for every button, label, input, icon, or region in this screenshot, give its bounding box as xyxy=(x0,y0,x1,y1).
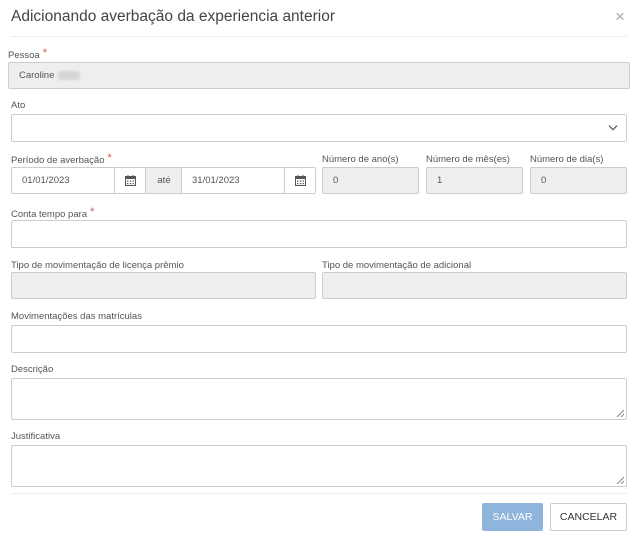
redacted-surname xyxy=(58,71,81,80)
calendar-icon xyxy=(294,175,306,186)
justificativa-label: Justificativa xyxy=(11,431,61,442)
periodo-start-value: 01/01/2023 xyxy=(22,175,70,186)
save-button[interactable]: SALVAR xyxy=(482,503,543,531)
pessoa-field[interactable]: Caroline xyxy=(8,62,630,89)
licenca-premio-field[interactable] xyxy=(11,272,316,299)
anos-value: 0 xyxy=(333,175,339,186)
dias-label: Número de dia(s) xyxy=(530,154,604,165)
modal-title: Adicionando averbação da experiencia ant… xyxy=(11,8,335,25)
required-marker: * xyxy=(107,152,112,164)
matriculas-label: Movimentações das matrículas xyxy=(11,311,142,322)
anos-field[interactable]: 0 xyxy=(322,167,419,194)
licenca-premio-label: Tipo de movimentação de licença prêmio xyxy=(11,260,184,271)
calendar-start-button[interactable] xyxy=(114,167,146,194)
required-marker: * xyxy=(42,47,47,59)
dias-field[interactable]: 0 xyxy=(530,167,627,194)
adicional-field[interactable] xyxy=(322,272,627,299)
adicional-label: Tipo de movimentação de adicional xyxy=(322,260,472,271)
conta-tempo-label-text: Conta tempo para xyxy=(11,209,88,220)
meses-label: Número de mês(es) xyxy=(426,154,510,165)
calendar-end-button[interactable] xyxy=(284,167,316,194)
anos-label: Número de ano(s) xyxy=(322,154,399,165)
resize-handle-icon[interactable] xyxy=(616,476,624,484)
meses-value: 1 xyxy=(437,175,443,186)
pessoa-label: Pessoa * xyxy=(8,47,47,61)
pessoa-value: Caroline xyxy=(19,70,55,81)
dias-value: 0 xyxy=(541,175,547,186)
close-icon[interactable]: × xyxy=(609,7,631,27)
matriculas-input[interactable] xyxy=(11,325,627,353)
resize-handle-icon[interactable] xyxy=(616,409,624,417)
chevron-down-icon xyxy=(608,125,618,131)
periodo-end-value: 31/01/2023 xyxy=(192,175,240,186)
periodo-label: Período de averbação * xyxy=(11,152,112,166)
descricao-label: Descrição xyxy=(11,364,54,375)
periodo-end-input[interactable]: 31/01/2023 xyxy=(181,167,285,194)
calendar-icon xyxy=(124,175,136,186)
required-marker: * xyxy=(90,206,95,218)
pessoa-label-text: Pessoa xyxy=(8,50,40,61)
meses-field[interactable]: 1 xyxy=(426,167,523,194)
periodo-label-text: Período de averbação xyxy=(11,155,105,166)
ato-select[interactable] xyxy=(11,114,627,142)
cancel-button[interactable]: CANCELAR xyxy=(550,503,627,531)
periodo-separator: até xyxy=(146,167,182,194)
descricao-textarea[interactable] xyxy=(11,378,627,420)
conta-tempo-label: Conta tempo para * xyxy=(11,206,94,220)
title-divider xyxy=(11,36,627,37)
justificativa-textarea[interactable] xyxy=(11,445,627,487)
conta-tempo-input[interactable] xyxy=(11,220,627,248)
periodo-start-input[interactable]: 01/01/2023 xyxy=(11,167,115,194)
footer-divider xyxy=(11,493,627,494)
ato-label: Ato xyxy=(11,100,26,111)
